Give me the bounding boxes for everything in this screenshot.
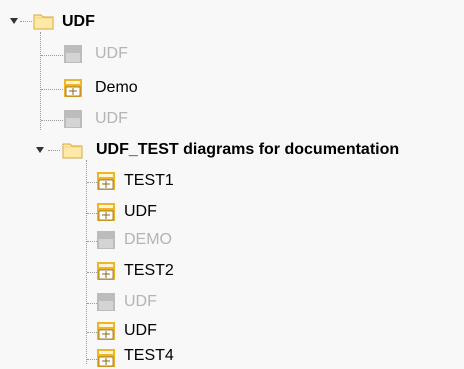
tree-leaf-label: UDF bbox=[95, 110, 128, 127]
folder-icon bbox=[33, 11, 54, 31]
udf-diagram-icon bbox=[63, 78, 83, 98]
tree-leaf-label: Demo bbox=[95, 79, 138, 96]
tree-leaf-label: DEMO bbox=[124, 231, 172, 248]
expand-arrow-icon[interactable] bbox=[35, 145, 45, 155]
tree-node-label: UDF bbox=[62, 13, 95, 30]
tree-leaf[interactable]: UDF bbox=[0, 198, 464, 225]
tree-connector bbox=[48, 150, 60, 151]
tree-leaf[interactable]: UDF bbox=[0, 288, 464, 315]
udf-diagram-icon bbox=[63, 44, 83, 64]
tree-leaf-label: TEST1 bbox=[124, 172, 174, 189]
udf-diagram-icon bbox=[96, 230, 116, 250]
tree-connector bbox=[41, 120, 63, 121]
udf-diagram-icon bbox=[96, 348, 116, 368]
tree-leaf[interactable]: UDF bbox=[0, 40, 464, 67]
tree-leaf-label: TEST2 bbox=[124, 262, 174, 279]
tree-leaf-label: UDF bbox=[124, 203, 157, 220]
udf-diagram-icon bbox=[96, 261, 116, 281]
tree-leaf-label: UDF bbox=[124, 322, 157, 339]
udf-diagram-icon bbox=[96, 321, 116, 341]
tree-leaf[interactable]: Demo bbox=[0, 74, 464, 101]
folder-icon bbox=[62, 140, 83, 160]
tree-leaf[interactable]: TEST4 bbox=[0, 344, 464, 369]
tree-leaf[interactable]: DEMO bbox=[0, 226, 464, 253]
udf-diagram-icon bbox=[96, 292, 116, 312]
tree-leaf[interactable]: TEST2 bbox=[0, 257, 464, 284]
tree-connector bbox=[41, 55, 63, 56]
tree-leaf[interactable]: UDF bbox=[0, 105, 464, 132]
tree-node-udf-test-folder[interactable]: UDF_TEST diagrams for documentation bbox=[0, 135, 464, 162]
tree-leaf-label: UDF bbox=[95, 45, 128, 62]
tree-connector bbox=[20, 21, 32, 22]
expand-arrow-icon[interactable] bbox=[9, 16, 19, 26]
udf-diagram-icon bbox=[63, 109, 83, 129]
tree-connector bbox=[41, 89, 63, 90]
udf-diagram-icon bbox=[96, 171, 116, 191]
udf-tree: UDF UDF Demo UDF UDF_TEST diagrams for d… bbox=[0, 0, 464, 369]
tree-leaf-label: UDF bbox=[124, 293, 157, 310]
tree-leaf[interactable]: UDF bbox=[0, 317, 464, 344]
tree-leaf-label: TEST4 bbox=[124, 347, 174, 364]
udf-diagram-icon bbox=[96, 202, 116, 222]
tree-node-label: UDF_TEST diagrams for documentation bbox=[96, 141, 400, 158]
tree-leaf[interactable]: TEST1 bbox=[0, 167, 464, 194]
tree-node-udf-root[interactable]: UDF bbox=[0, 8, 464, 35]
